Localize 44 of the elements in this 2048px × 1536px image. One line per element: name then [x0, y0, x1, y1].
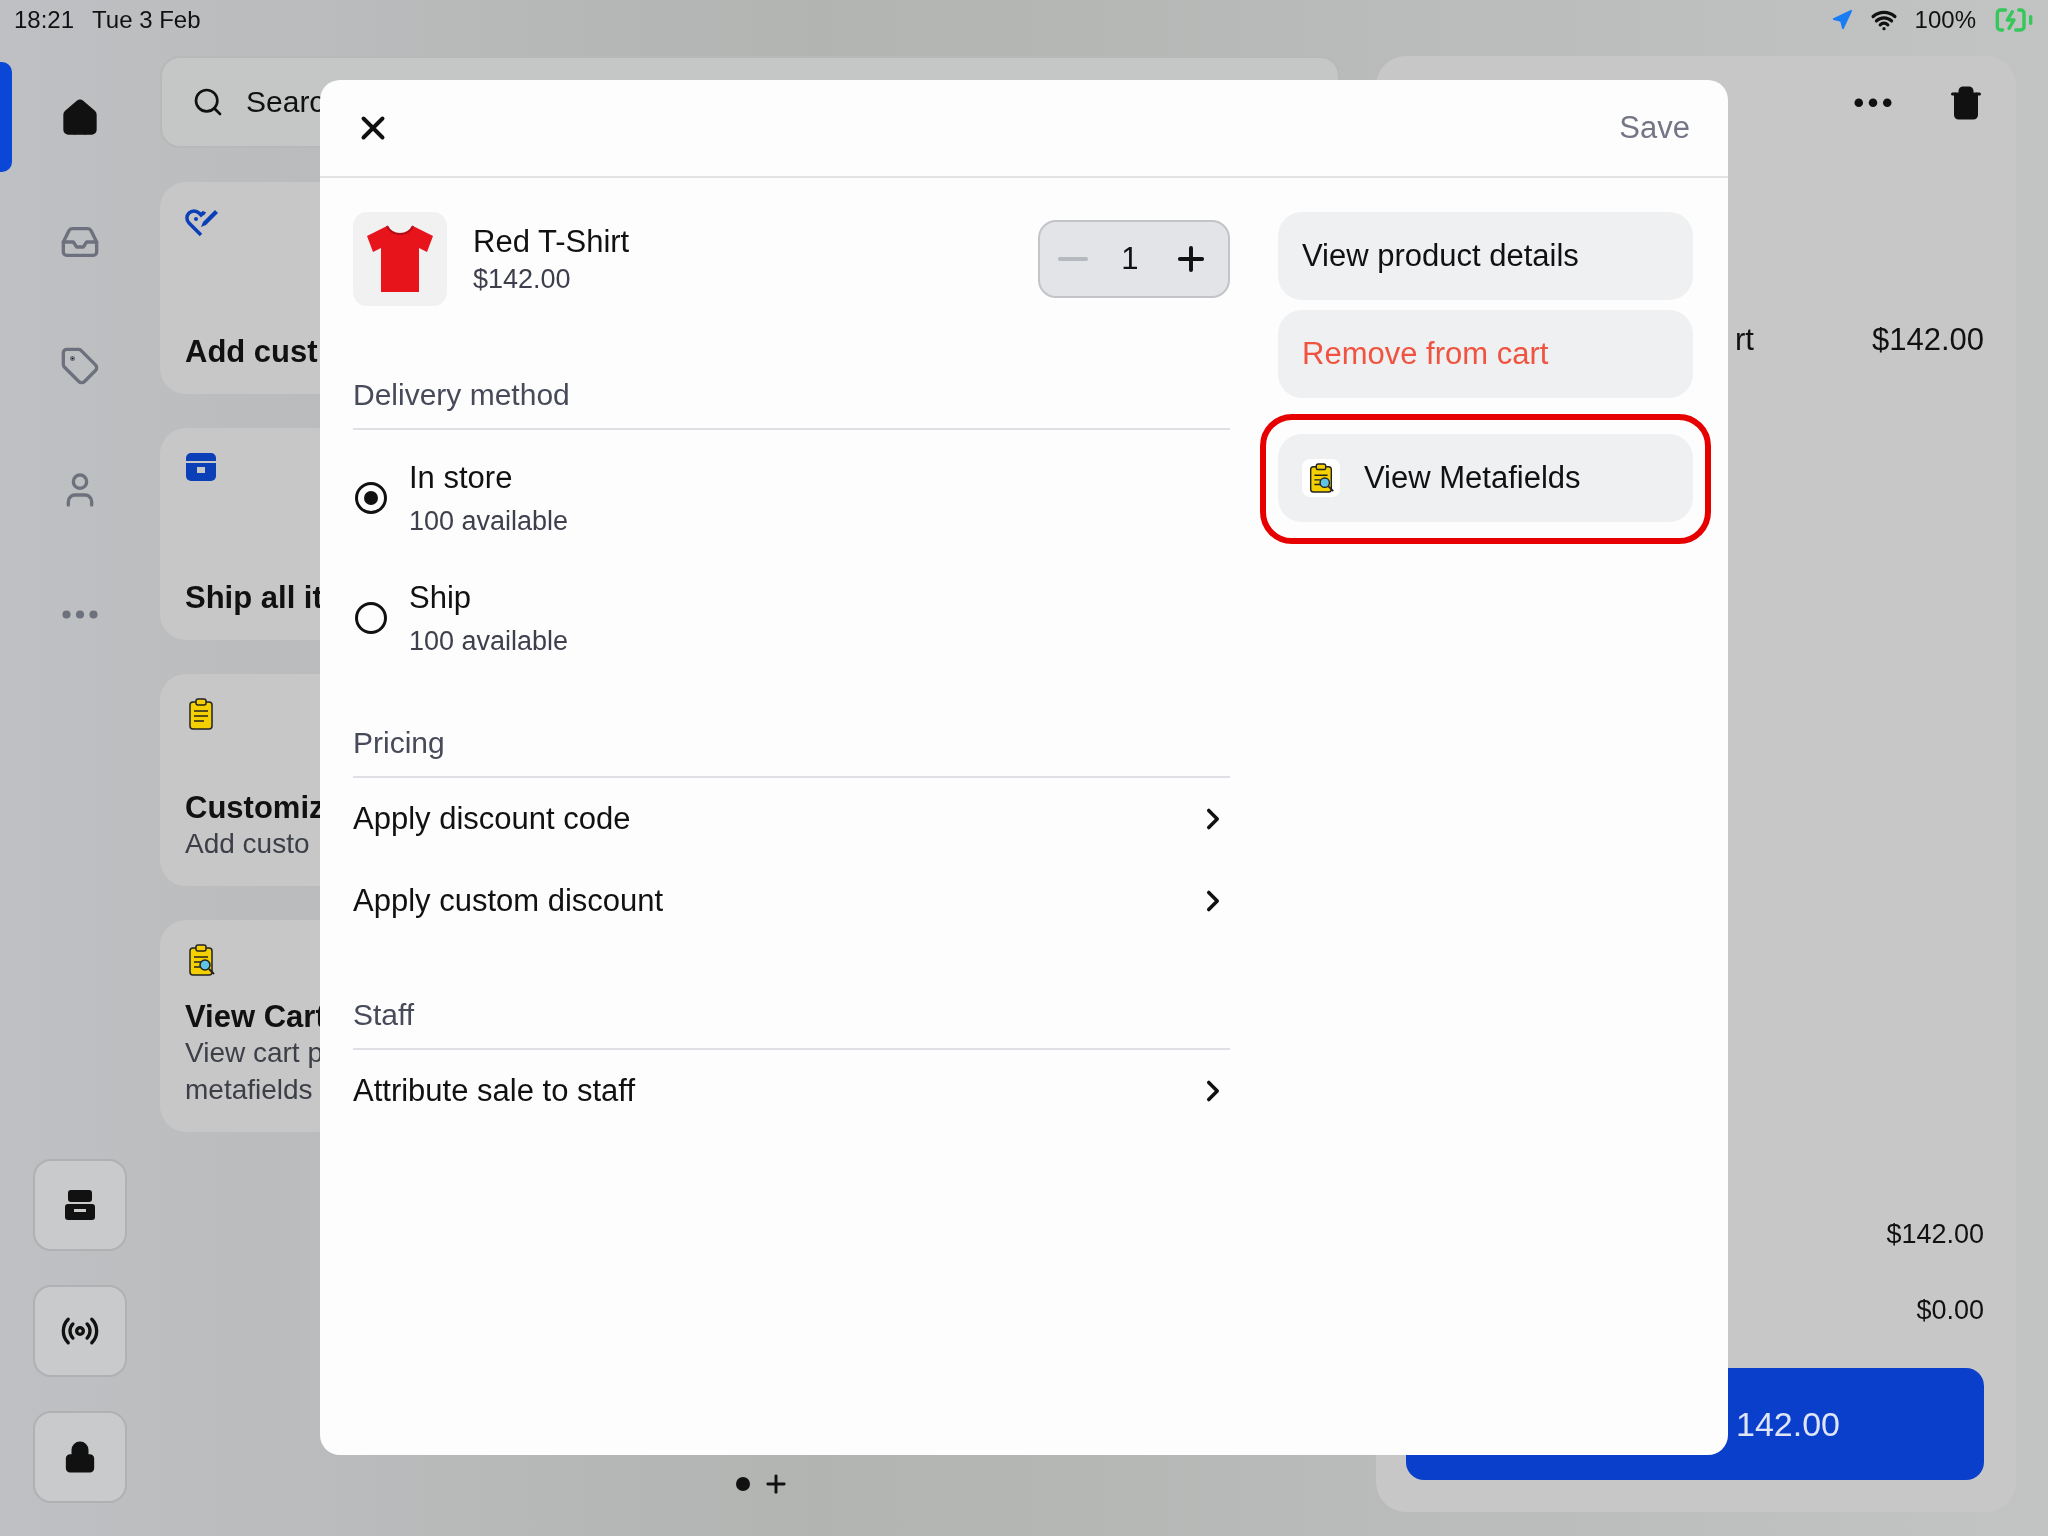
- sidebar-button[interactable]: [33, 1159, 127, 1251]
- list-row[interactable]: Apply discount code: [353, 778, 1230, 860]
- radio-button[interactable]: [355, 602, 387, 634]
- minus-icon: [1057, 257, 1088, 261]
- product-name: Red T-Shirt: [473, 223, 631, 260]
- tax-value: $0.00: [1916, 1294, 1984, 1326]
- sidebar-button[interactable]: [33, 1285, 127, 1377]
- option-label: In store: [409, 459, 514, 496]
- radio-button[interactable]: [355, 482, 387, 514]
- trash-icon[interactable]: [1948, 85, 1984, 121]
- product-price: $142.00: [473, 263, 572, 295]
- tag-icon: [60, 346, 100, 386]
- list-row[interactable]: Apply custom discount: [353, 860, 1230, 942]
- page-dot-icon: [736, 1477, 750, 1491]
- battery-percentage: 100%: [1914, 6, 1976, 34]
- status-date: Tue 3 Feb: [92, 6, 201, 34]
- tag-pen-icon: [185, 206, 219, 238]
- more-icon[interactable]: [1854, 98, 1892, 108]
- location-icon: [1830, 9, 1853, 31]
- option-detail: 100 available: [409, 505, 569, 537]
- tile-description: Add custo: [185, 826, 310, 861]
- more-icon: [62, 609, 98, 619]
- box-icon: [185, 452, 217, 482]
- tile-description: metafields: [185, 1072, 313, 1107]
- drawer-icon: [63, 1189, 97, 1221]
- section-heading: Delivery method: [353, 378, 1230, 430]
- option-detail: 100 available: [409, 625, 569, 657]
- quantity-value: 1: [1121, 241, 1139, 277]
- lock-icon: [63, 1440, 97, 1474]
- search-icon: [192, 86, 224, 118]
- sidebar-button[interactable]: [33, 1411, 127, 1503]
- list-row[interactable]: Attribute sale to staff: [353, 1050, 1230, 1132]
- tile-title: Customiz: [185, 789, 325, 826]
- home-icon: [60, 98, 100, 138]
- action-button[interactable]: View Metafields: [1278, 434, 1693, 522]
- section-heading: Staff: [353, 998, 1230, 1050]
- option-label: Ship: [409, 579, 473, 616]
- cart-item-name: rt: [1735, 322, 1754, 358]
- action-button[interactable]: View product details: [1278, 212, 1693, 300]
- status-time: 18:21: [14, 6, 75, 34]
- tile-title: Add cust: [185, 334, 318, 370]
- subtotal-value: $142.00: [1886, 1218, 1984, 1250]
- cart-item-price: $142.00: [1871, 322, 1984, 358]
- section-heading: Pricing: [353, 726, 1230, 778]
